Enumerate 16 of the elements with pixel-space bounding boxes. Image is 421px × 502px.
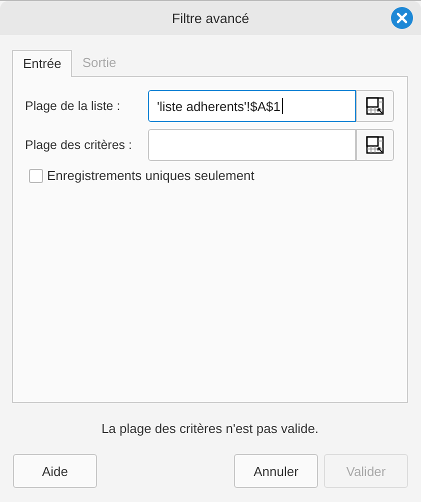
help-button[interactable]: Aide xyxy=(13,454,97,488)
tab[interactable]: Entrée xyxy=(12,50,72,77)
window-title: Filtre avancé xyxy=(172,10,250,26)
field-label: Plage de la liste : xyxy=(25,99,122,113)
checkbox-label[interactable]: Enregistrements uniques seulement xyxy=(47,168,254,183)
shrink-button[interactable] xyxy=(356,129,394,161)
close-icon[interactable] xyxy=(391,7,413,29)
range-select-icon xyxy=(366,136,384,154)
input-field[interactable]: 'liste adherents'!$A$1 xyxy=(148,90,356,122)
dialog-button[interactable]: Annuler xyxy=(234,454,318,488)
checkbox[interactable] xyxy=(29,168,43,182)
range-select-icon xyxy=(366,97,384,115)
field-label: Plage des critères : xyxy=(25,138,133,152)
status-message: La plage des critères n'est pas valide. xyxy=(100,421,320,436)
shrink-button[interactable] xyxy=(356,90,394,122)
input-field[interactable] xyxy=(148,129,356,161)
